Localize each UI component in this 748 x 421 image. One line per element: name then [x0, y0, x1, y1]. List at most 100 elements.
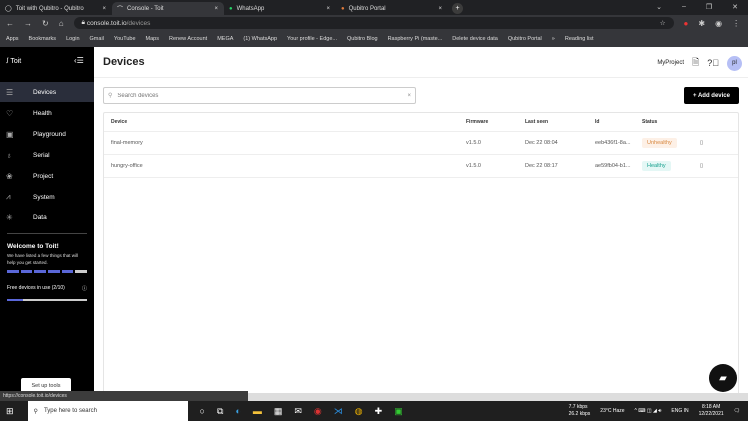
sidebar-item-project[interactable]: ❀ Project [0, 166, 94, 186]
tray-icons[interactable]: ^ ⌨ ◫ ◢ 🔊︎ [635, 408, 662, 414]
close-tab-icon[interactable]: × [438, 6, 442, 12]
onboarding-step [61, 270, 74, 273]
close-tab-icon[interactable]: × [214, 6, 218, 12]
chat-button[interactable]: ▰ [709, 364, 737, 392]
clear-icon[interactable]: × [407, 93, 411, 99]
help-icon[interactable]: ?⃝ [707, 58, 719, 68]
project-icon: ❀ [6, 171, 13, 181]
bookmark[interactable]: Maps [146, 36, 159, 42]
notification-icon[interactable]: 🗨︎ [734, 408, 740, 414]
tab-favicon-icon: ◯ [5, 6, 12, 12]
file-explorer-icon[interactable]: ▬ [253, 406, 262, 417]
cortana-icon[interactable]: ○ [200, 406, 205, 417]
clipboard-icon[interactable]: ▯ [700, 163, 703, 169]
menu-icon[interactable]: ⋮ [732, 19, 740, 28]
reload-icon[interactable]: ↻ [42, 19, 49, 28]
column-header-device[interactable]: Device [111, 119, 127, 125]
extensions-icon[interactable]: ✱ [698, 19, 705, 28]
status-url: https://console.toit.io/devices [0, 391, 248, 401]
project-selector[interactable]: MyProject [657, 60, 684, 66]
sidebar-item-devices[interactable]: ☰ Devices [0, 82, 94, 102]
column-header-id[interactable]: Id [595, 119, 599, 125]
column-header-firmware[interactable]: Firmware [466, 119, 488, 125]
bookmark[interactable]: Your profile - Edge... [287, 36, 337, 42]
onboarding-step [34, 270, 47, 273]
minimize-icon[interactable]: – [682, 3, 686, 11]
bookmark[interactable]: Apps [6, 36, 19, 42]
column-header-status[interactable]: Status [642, 119, 657, 125]
restore-icon[interactable]: ❐ [706, 3, 712, 11]
new-tab-button[interactable]: + [452, 3, 463, 14]
table-row[interactable]: hungry-office v1.5.0 Dec 22 08:17 ae59fb… [104, 155, 738, 178]
bookmark[interactable]: Renew Account [169, 36, 207, 42]
bookmark[interactable]: Gmail [90, 36, 104, 42]
table-row[interactable]: final-memory v1.5.0 Dec 22 08:04 eeb436f… [104, 132, 738, 155]
bookmark[interactable]: Bookmarks [29, 36, 57, 42]
browser-tab[interactable]: ◯ Toit with Qubitro - Qubitro × [0, 2, 112, 15]
back-icon[interactable]: ← [6, 19, 14, 28]
search-input[interactable] [117, 92, 403, 99]
bookmark[interactable]: MEGA [217, 36, 233, 42]
column-header-last-seen[interactable]: Last seen [525, 119, 548, 125]
browser-tab-bar: ◯ Toit with Qubitro - Qubitro × ⌒ Console -… [0, 0, 748, 15]
clipboard-icon[interactable]: ▯ [700, 140, 703, 146]
task-view-icon[interactable]: ⧉ [217, 406, 223, 417]
collapse-sidebar-icon[interactable]: ‹☰ [74, 56, 84, 65]
app-icon[interactable]: ◉ [314, 406, 322, 417]
profile-icon[interactable]: ◉ [715, 19, 722, 28]
url-field[interactable]: 🔒︎ console.toit.io/devices ☆ [73, 17, 674, 29]
close-tab-icon[interactable]: × [326, 6, 330, 12]
bookmark[interactable]: YouTube [114, 36, 136, 42]
qubitro-icon: ● [341, 5, 345, 12]
sidebar-item-health[interactable]: ♡ Health [0, 103, 94, 123]
slack-icon[interactable]: ✚ [375, 406, 383, 417]
whatsapp-icon: ● [229, 5, 233, 12]
bookmark[interactable]: Login [66, 36, 79, 42]
star-icon[interactable]: ☆ [660, 19, 666, 27]
sidebar-item-playground[interactable]: ▣ Playground [0, 124, 94, 144]
bookmarks-bar: Apps Bookmarks Login Gmail YouTube Maps … [0, 31, 748, 47]
vscode-icon[interactable]: ⋊ [334, 406, 343, 417]
welcome-panel[interactable]: Welcome to Toit! We have listed a few th… [7, 243, 88, 273]
sidebar-item-serial[interactable]: ♁ Serial [0, 145, 94, 165]
bookmark[interactable]: Qubitro Portal [508, 36, 542, 42]
status-badge: Unhealthy [642, 138, 677, 148]
app-icon[interactable]: ▣ [394, 406, 403, 417]
bookmark[interactable]: Raspberry Pi (maste... [388, 36, 443, 42]
divider [7, 233, 87, 234]
bookmark[interactable]: (1) WhatsApp [243, 36, 277, 42]
edge-icon[interactable]: ◐ [235, 406, 240, 417]
store-icon[interactable]: ▦ [274, 406, 283, 417]
mail-icon[interactable]: ✉ [294, 406, 302, 417]
weather[interactable]: 23°C Haze [600, 408, 624, 414]
tab-search-icon[interactable]: ⌄ [656, 3, 662, 11]
search-icon: ⚲ [33, 408, 38, 415]
browser-tab[interactable]: ● Qubitro Portal × [336, 2, 448, 15]
forward-icon[interactable]: → [24, 19, 32, 28]
bookmark[interactable]: Qubitro Blog [347, 36, 378, 42]
close-window-icon[interactable]: ✕ [732, 3, 738, 11]
chrome-icon[interactable]: ◍ [355, 406, 363, 417]
avatar[interactable]: pl [727, 55, 742, 71]
playground-icon: ▣ [6, 129, 14, 139]
windows-start-icon[interactable]: ⊞ [6, 406, 14, 417]
taskbar-search[interactable]: ⚲ Type here to search [27, 401, 188, 421]
docs-icon[interactable]: 🗎︎ [692, 55, 699, 71]
add-device-button[interactable]: + Add device [684, 87, 739, 104]
reading-list[interactable]: Reading list [565, 36, 594, 42]
home-icon[interactable]: ⌂ [59, 19, 64, 28]
bookmark[interactable]: Delete device data [452, 36, 498, 42]
extension-icon[interactable]: ● [684, 19, 689, 28]
onboarding-step [20, 270, 33, 273]
browser-tab-active[interactable]: ⌒ Console - Toit × [112, 2, 224, 15]
info-icon[interactable]: ⓘ [82, 285, 87, 292]
sidebar-item-system[interactable]: ⩘ System [0, 187, 94, 207]
sidebar-item-data[interactable]: ✳ Data [0, 207, 94, 227]
browser-tab[interactable]: ● WhatsApp × [224, 2, 336, 15]
status-badge: Healthy [642, 161, 671, 171]
close-tab-icon[interactable]: × [102, 6, 106, 12]
health-icon: ♡ [6, 108, 14, 118]
tab-favicon-icon: ⌒ [117, 7, 124, 13]
more-bookmarks-icon[interactable]: » [552, 36, 555, 42]
onboarding-step [7, 270, 19, 273]
